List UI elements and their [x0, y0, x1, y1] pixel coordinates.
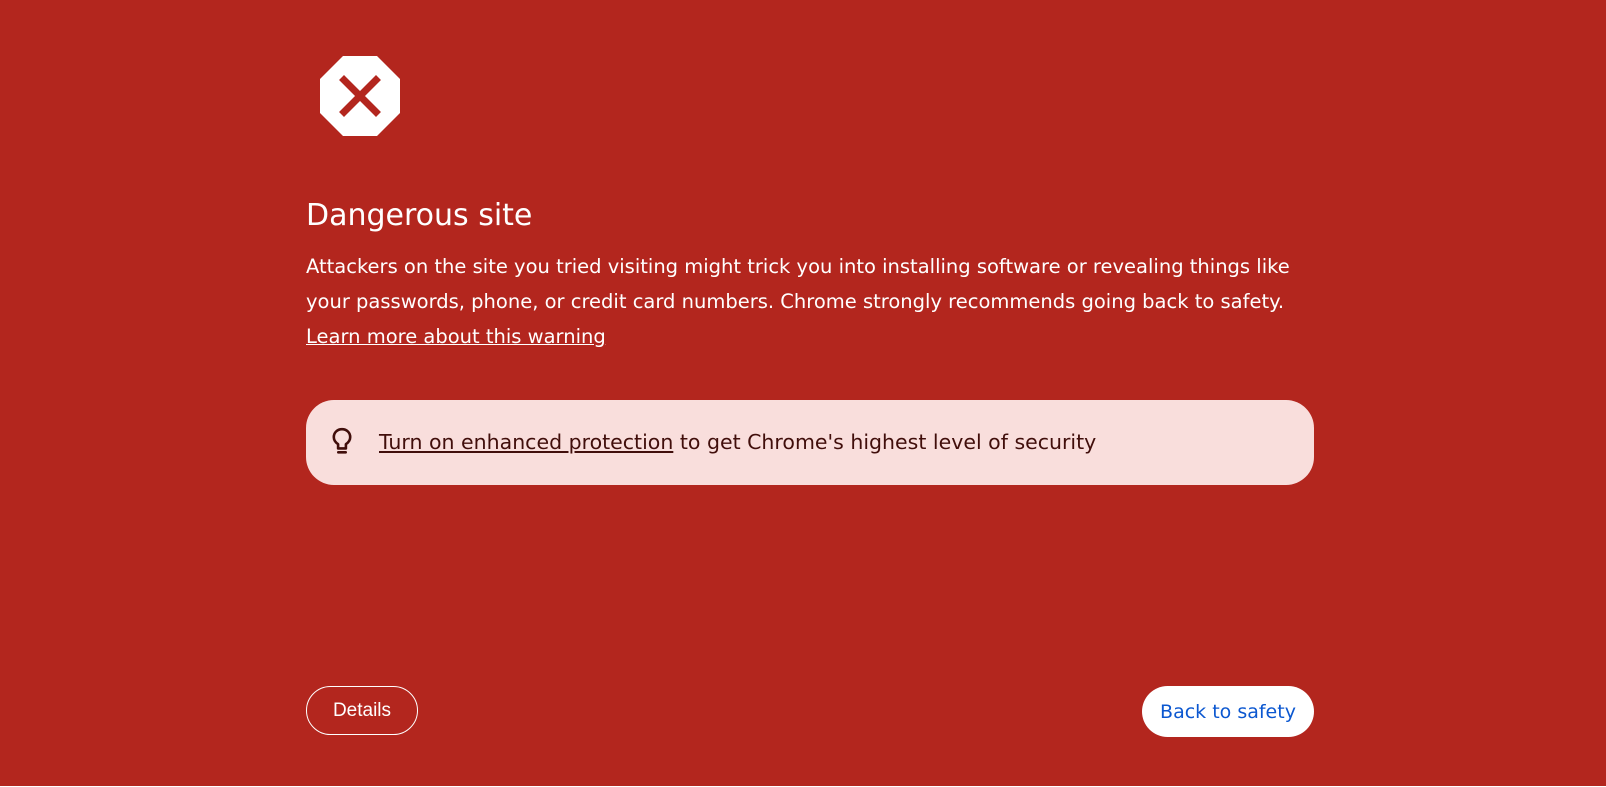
lightbulb-icon: [330, 427, 354, 457]
warning-description: Attackers on the site you tried visiting…: [306, 249, 1314, 354]
enhanced-protection-link[interactable]: Turn on enhanced protection: [379, 430, 673, 454]
page-title: Dangerous site: [306, 198, 533, 233]
enhanced-protection-message: Turn on enhanced protection to get Chrom…: [379, 425, 1096, 460]
enhanced-protection-suffix: to get Chrome's highest level of securit…: [673, 430, 1097, 454]
details-button[interactable]: Details: [306, 686, 418, 735]
stop-octagon-x-icon: [320, 56, 400, 136]
back-to-safety-button[interactable]: Back to safety: [1142, 686, 1314, 737]
enhanced-protection-promo: Turn on enhanced protection to get Chrom…: [306, 400, 1314, 485]
warning-description-text: Attackers on the site you tried visiting…: [306, 255, 1290, 313]
learn-more-link[interactable]: Learn more about this warning: [306, 325, 606, 348]
